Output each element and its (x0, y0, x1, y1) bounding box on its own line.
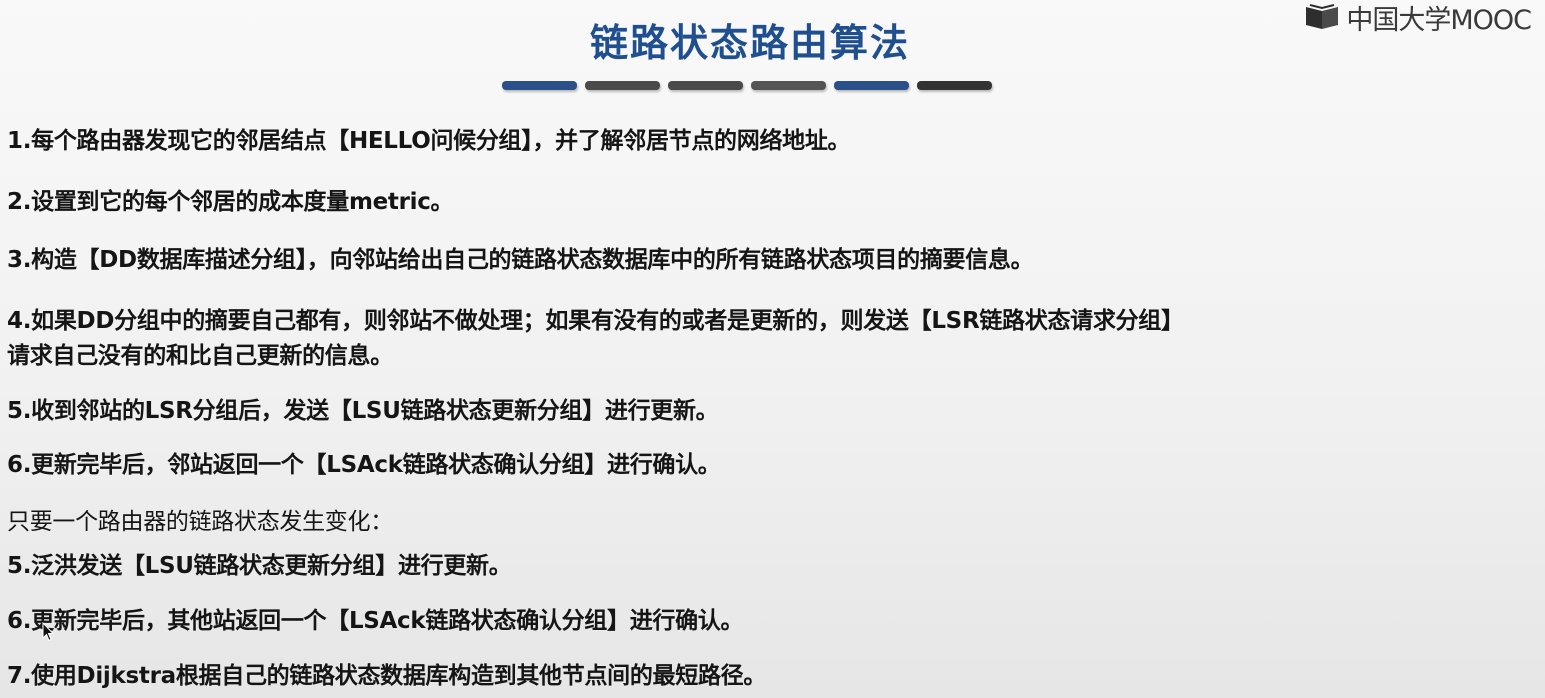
flood-step-5: 5.泛洪发送【LSU链路状态更新分组】进行更新。 (7, 553, 512, 579)
divider-segment (585, 81, 660, 90)
flood-step-7: 7.使用Dijkstra根据自己的链路状态数据库构造到其他节点间的最短路径。 (7, 663, 767, 689)
divider-segment (917, 81, 992, 90)
logo-text: 中国大学MOOC (1346, 4, 1532, 36)
section-heading: 只要一个路由器的链路状态发生变化： (7, 509, 393, 535)
step-line-1: 1.每个路由器发现它的邻居结点【HELLO问候分组】，并了解邻居节点的网络地址。 (7, 128, 851, 154)
divider-segment (751, 81, 826, 90)
divider-segment (668, 81, 743, 90)
step-line-2: 2.设置到它的每个邻居的成本度量metric。 (7, 189, 454, 215)
step-line-5: 5.收到邻站的LSR分组后，发送【LSU链路状态更新分组】进行更新。 (7, 398, 719, 424)
divider-segment (502, 81, 577, 90)
mooc-logo: 中国大学MOOC (1304, 0, 1532, 36)
book-logo-icon (1306, 4, 1339, 29)
title-divider (502, 81, 992, 90)
step-line-4-continued: 请求自己没有的和比自己更新的信息。 (7, 343, 393, 369)
step-line-4: 4.如果DD分组中的摘要自己都有，则邻站不做处理；如果有没有的或者是更新的，则发… (7, 308, 1184, 334)
step-line-6: 6.更新完毕后，邻站返回一个【LSAck链路状态确认分组】进行确认。 (7, 452, 721, 478)
slide-title: 链路状态路由算法 (589, 21, 910, 65)
step-line-3: 3.构造【DD数据库描述分组】，向邻站给出自己的链路状态数据库中的所有链路状态项… (7, 247, 1034, 273)
mouse-cursor-icon (42, 622, 54, 642)
divider-segment (834, 81, 909, 90)
flood-step-6: 6.更新完毕后，其他站返回一个【LSAck链路状态确认分组】进行确认。 (7, 608, 744, 634)
